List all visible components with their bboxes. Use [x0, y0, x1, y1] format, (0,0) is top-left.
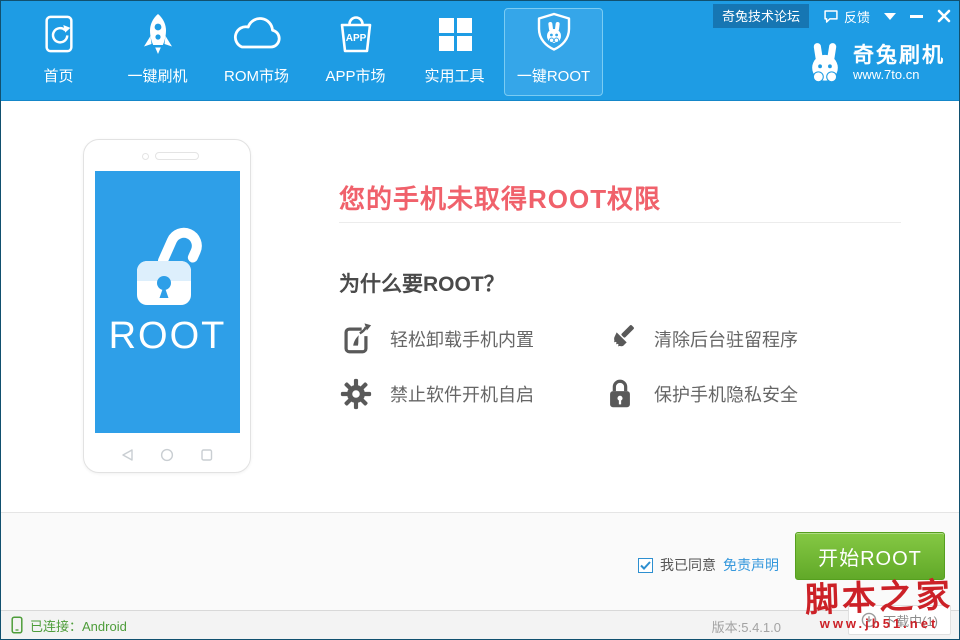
connection-label: 已连接：Android — [30, 616, 127, 635]
brand-name: 奇兔刷机 — [853, 44, 945, 67]
gear-icon — [339, 377, 373, 411]
download-label: 下载中(1) — [883, 611, 938, 630]
status-bar: 已连接：Android 版本:5.4.1.0 下载中(1) — [1, 610, 959, 639]
close-icon — [937, 9, 951, 23]
tab-label: 首页 — [43, 65, 73, 86]
tab-label: 实用工具 — [424, 65, 484, 86]
agree-row: 我已同意 免责声明 — [638, 555, 779, 575]
check-icon — [640, 561, 651, 570]
feature-privacy: 保护手机隐私安全 — [603, 375, 903, 413]
titlebar-controls: 奇兔技术论坛 反馈 — [713, 5, 951, 27]
feedback-button[interactable]: 反馈 — [823, 7, 870, 26]
brand-logo: 奇兔刷机 www.7to.cn — [806, 41, 945, 85]
tab-rom-market[interactable]: ROM市场 — [207, 8, 306, 96]
disclaimer-link[interactable]: 免责声明 — [723, 555, 779, 575]
phone-screen: ROOT — [95, 171, 240, 433]
feature-label: 禁止软件开机自启 — [390, 381, 534, 407]
main-nav: 首页 一键刷机 — [9, 8, 603, 96]
feature-clean: 清除后台驻留程序 — [603, 320, 903, 358]
tab-flash[interactable]: 一键刷机 — [108, 8, 207, 96]
app-window: 首页 一键刷机 — [0, 0, 960, 640]
grid-icon — [436, 9, 474, 59]
android-recents-icon — [200, 448, 213, 462]
tab-label: 一键刷机 — [127, 65, 187, 86]
why-root-heading: 为什么要ROOT？ — [339, 268, 505, 298]
page-title: 您的手机未取得ROOT权限 — [339, 179, 661, 216]
download-icon — [861, 612, 877, 628]
feature-uninstall: 轻松卸载手机内置 — [339, 320, 603, 358]
phone-root-label: ROOT — [109, 315, 227, 358]
home-refresh-icon — [40, 9, 78, 59]
header: 首页 一键刷机 — [1, 1, 959, 101]
forum-button[interactable]: 奇兔技术论坛 — [713, 4, 809, 28]
tab-home[interactable]: 首页 — [9, 8, 108, 96]
tab-label: APP市场 — [325, 65, 385, 86]
action-bar: 我已同意 免责声明 开始ROOT — [1, 512, 959, 610]
uninstall-icon — [339, 322, 373, 356]
start-root-button[interactable]: 开始ROOT — [795, 532, 945, 580]
feature-list: 轻松卸载手机内置 清除后台驻留程序 — [339, 320, 903, 413]
brand-url: www.7to.cn — [853, 67, 945, 82]
cloud-icon — [231, 9, 283, 59]
svg-text:APP: APP — [345, 33, 366, 44]
phone-illustration: ROOT — [83, 139, 251, 473]
menu-caret-icon[interactable] — [884, 13, 896, 20]
rocket-icon — [137, 9, 179, 59]
tab-tools[interactable]: 实用工具 — [405, 8, 504, 96]
feature-label: 保护手机隐私安全 — [654, 381, 798, 407]
phone-speaker — [155, 152, 199, 160]
speech-bubble-icon — [823, 9, 839, 24]
tab-root[interactable]: 一键ROOT — [504, 8, 603, 96]
feature-autostart: 禁止软件开机自启 — [339, 375, 603, 413]
feature-label: 轻松卸载手机内置 — [390, 326, 534, 352]
tab-app-market[interactable]: APP APP市场 — [306, 8, 405, 96]
shield-rabbit-icon — [533, 9, 575, 59]
divider — [339, 222, 901, 223]
minimize-button[interactable] — [910, 15, 923, 18]
phone-camera-dot — [142, 153, 149, 160]
brush-icon — [603, 322, 637, 356]
lock-icon — [603, 377, 637, 411]
unlocked-padlock-icon — [122, 217, 214, 313]
tab-label: ROM市场 — [224, 65, 289, 86]
tab-label: 一键ROOT — [517, 65, 590, 86]
agree-label: 我已同意 — [660, 555, 716, 575]
agree-checkbox[interactable] — [638, 558, 653, 573]
app-bag-icon: APP — [334, 9, 378, 59]
phone-connected-icon — [11, 616, 23, 634]
main-content: ROOT 您的手机未取得ROOT权限 为什么要ROOT？ — [1, 102, 959, 512]
feature-label: 清除后台驻留程序 — [654, 326, 798, 352]
phone-nav-buttons — [84, 448, 250, 462]
android-home-icon — [160, 448, 174, 462]
rabbit-logo-icon — [806, 41, 844, 85]
android-back-icon — [121, 448, 134, 462]
connection-status: 已连接：Android — [11, 611, 127, 639]
download-status[interactable]: 下载中(1) — [848, 605, 951, 635]
version-label: 版本:5.4.1.0 — [712, 617, 781, 636]
close-button[interactable] — [937, 9, 951, 23]
feedback-label: 反馈 — [844, 7, 870, 26]
